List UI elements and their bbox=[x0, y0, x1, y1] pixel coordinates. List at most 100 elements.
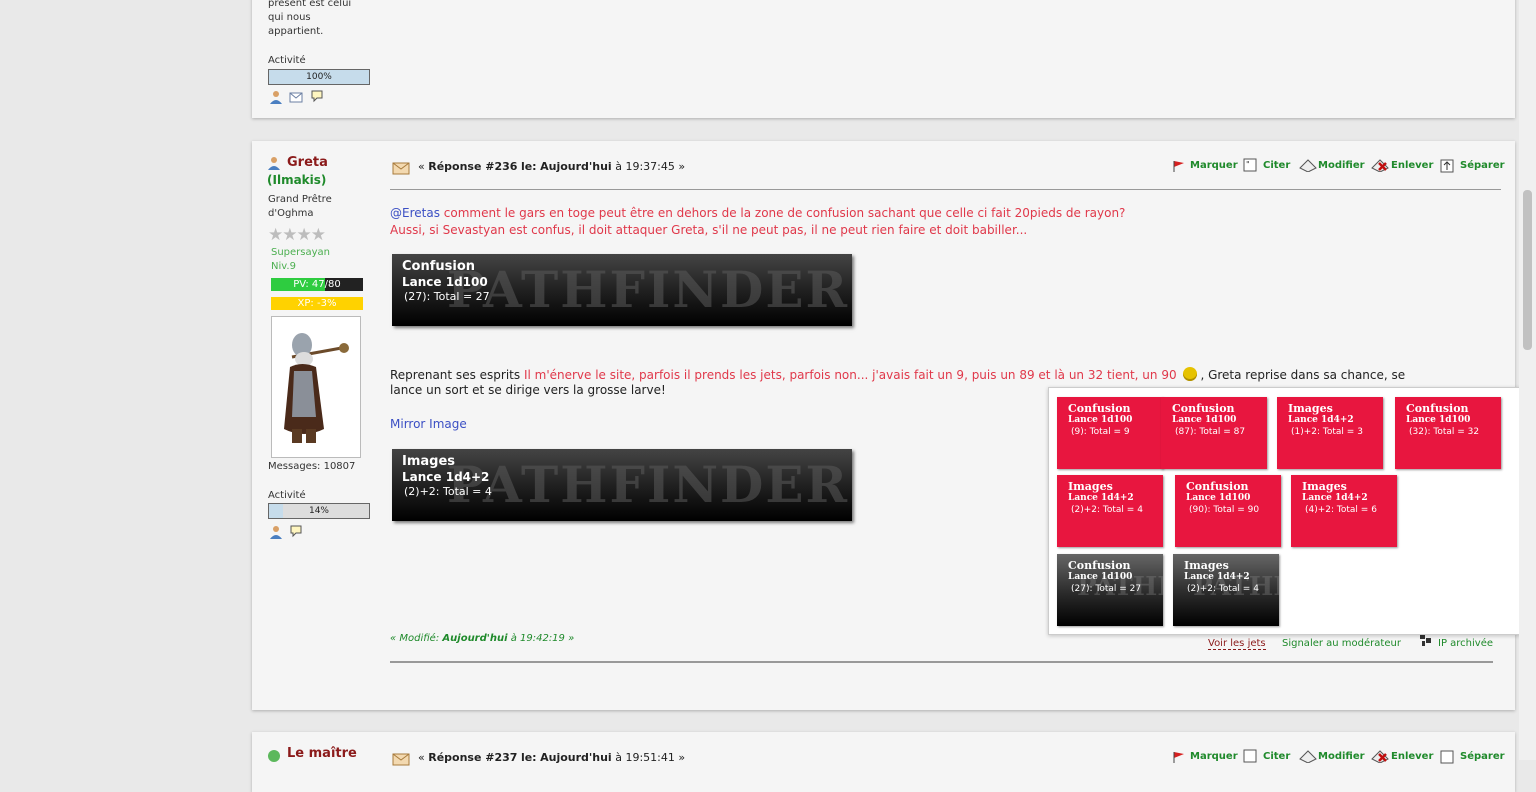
mirror-image-link[interactable]: Mirror Image bbox=[390, 417, 467, 431]
delete-icon[interactable] bbox=[1370, 158, 1390, 172]
avatar bbox=[271, 316, 361, 458]
popup-roll-tile: Images Lance 1d4+2 (1)+2: Total = 3 bbox=[1277, 397, 1383, 469]
modify-button[interactable]: Modifier bbox=[1318, 160, 1365, 171]
activity-percent: 100% bbox=[306, 72, 332, 82]
report-link[interactable]: Signaler au modérateur bbox=[1282, 638, 1401, 649]
tile-result: (32): Total = 32 bbox=[1409, 427, 1480, 437]
header-divider bbox=[390, 189, 1501, 190]
scrollbar-thumb[interactable] bbox=[1523, 190, 1532, 350]
tile-dice: Lance 1d4+2 bbox=[1302, 493, 1368, 503]
tile-title: Confusion bbox=[1186, 480, 1249, 493]
message-icon[interactable] bbox=[289, 524, 303, 538]
tile-result: (90): Total = 90 bbox=[1189, 505, 1260, 515]
next-post-card: Le maître « Réponse #237 le: Aujourd'hui… bbox=[252, 732, 1515, 792]
reply-link[interactable]: Réponse #236 bbox=[428, 160, 517, 173]
quote-icon[interactable]: " bbox=[1243, 158, 1257, 172]
quote-icon[interactable] bbox=[1243, 749, 1257, 763]
modified-note: « Modifié: Aujourd'hui à 19:42:19 » bbox=[390, 633, 574, 644]
remove-button[interactable]: Enlever bbox=[1391, 160, 1433, 171]
pv-bar-text: PV: 47/80 bbox=[271, 278, 363, 291]
roll-dice: Lance 1d100 bbox=[402, 275, 488, 289]
tile-result: (2)+2: Total = 4 bbox=[1071, 505, 1143, 515]
message-count: Messages: 10807 bbox=[268, 461, 356, 472]
modify-button[interactable]: Modifier bbox=[1318, 751, 1365, 762]
modified-time: à 19:42:19 » bbox=[510, 633, 575, 644]
edit-icon[interactable] bbox=[1298, 749, 1318, 763]
tile-dice: Lance 1d100 bbox=[1068, 572, 1133, 582]
rolls-popup: Confusion Lance 1d100 (9): Total = 9 Con… bbox=[1048, 387, 1522, 635]
quote-button[interactable]: Citer bbox=[1263, 751, 1290, 762]
author-rank: d'Oghma bbox=[268, 208, 314, 219]
scrollbar-track[interactable] bbox=[1519, 0, 1536, 760]
popup-roll-tile: PATHFINDER Confusion Lance 1d100 (27): T… bbox=[1057, 554, 1163, 626]
roll-dice: Lance 1d4+2 bbox=[402, 470, 490, 484]
activity-label: Activité bbox=[268, 490, 306, 501]
tile-dice: Lance 1d100 bbox=[1068, 415, 1133, 425]
tile-result: (4)+2: Total = 6 bbox=[1305, 505, 1377, 515]
tile-dice: Lance 1d4+2 bbox=[1068, 493, 1134, 503]
profile-icon[interactable] bbox=[269, 525, 283, 539]
pv-current: PV: 47 bbox=[293, 279, 325, 290]
tile-dice: Lance 1d100 bbox=[1172, 415, 1237, 425]
post-text-red: Il m'énerve le site, parfois il prends l… bbox=[523, 368, 1177, 382]
tile-title: Confusion bbox=[1068, 402, 1131, 415]
signature-line: présent est celui bbox=[268, 0, 352, 9]
post-envelope-icon bbox=[392, 753, 410, 766]
previous-post-card: présent est celui qui nous appartient. A… bbox=[252, 0, 1515, 118]
tile-result: (87): Total = 87 bbox=[1175, 427, 1246, 437]
split-button[interactable]: Séparer bbox=[1460, 160, 1505, 171]
view-rolls-link[interactable]: Voir les jets bbox=[1208, 638, 1266, 650]
tile-title: Images bbox=[1068, 480, 1113, 493]
header-le: le: bbox=[520, 160, 537, 173]
modified-prefix: « Modifié: bbox=[390, 633, 440, 644]
email-icon[interactable] bbox=[289, 90, 303, 104]
post-envelope-icon bbox=[392, 162, 410, 175]
star-icon: ★ bbox=[268, 225, 283, 245]
tile-dice: Lance 1d100 bbox=[1406, 415, 1471, 425]
roll-title: Confusion bbox=[402, 259, 476, 274]
author-name[interactable]: Greta bbox=[287, 155, 328, 170]
split-icon[interactable] bbox=[1440, 750, 1454, 764]
popup-roll-tile: Confusion Lance 1d100 (87): Total = 87 bbox=[1161, 397, 1267, 469]
mark-button[interactable]: Marquer bbox=[1190, 751, 1238, 762]
split-icon[interactable] bbox=[1440, 159, 1454, 173]
tile-title: Confusion bbox=[1172, 402, 1235, 415]
tile-result: (1)+2: Total = 3 bbox=[1291, 427, 1363, 437]
signature-line: qui nous bbox=[268, 12, 311, 23]
pv-max: /80 bbox=[324, 279, 341, 290]
flag-icon[interactable] bbox=[1172, 159, 1186, 173]
pathfinder-watermark: PATHFINDER bbox=[447, 260, 850, 319]
level: Niv.9 bbox=[271, 261, 296, 272]
pv-bar: PV: 47/80 bbox=[271, 278, 363, 291]
author-rank: Grand Prêtre bbox=[268, 194, 332, 205]
roll-result: (27): Total = 27 bbox=[404, 290, 490, 303]
activity-bar: 100% bbox=[268, 69, 370, 85]
popup-roll-tile: Confusion Lance 1d100 (32): Total = 32 bbox=[1395, 397, 1501, 469]
quote-button[interactable]: Citer bbox=[1263, 160, 1290, 171]
sunglasses-emoji-icon bbox=[1183, 367, 1198, 381]
mention-link[interactable]: @Eretas bbox=[390, 206, 440, 220]
post-paragraph: Reprenant ses esprits Il m'énerve le sit… bbox=[390, 367, 1405, 383]
post-text-red: comment le gars en toge peut être en deh… bbox=[439, 206, 1126, 220]
star-icon: ★ bbox=[296, 225, 312, 245]
message-icon[interactable] bbox=[310, 89, 324, 103]
edit-icon[interactable] bbox=[1298, 158, 1318, 172]
profile-icon[interactable] bbox=[269, 90, 283, 104]
activity-bar: 14% bbox=[268, 503, 370, 519]
custom-title: Supersayan bbox=[271, 247, 331, 258]
delete-icon[interactable] bbox=[1370, 749, 1390, 763]
author-name[interactable]: Le maître bbox=[287, 746, 357, 761]
header-date: Aujourd'hui bbox=[540, 751, 612, 764]
dice-roll-images: PATHFINDER Images Lance 1d4+2 (2)+2: Tot… bbox=[392, 449, 852, 521]
split-button[interactable]: Séparer bbox=[1460, 751, 1505, 762]
popup-roll-tile: Images Lance 1d4+2 (4)+2: Total = 6 bbox=[1291, 475, 1397, 547]
tile-result: (2)+2: Total = 4 bbox=[1187, 584, 1259, 594]
flag-icon[interactable] bbox=[1172, 750, 1186, 764]
reply-link[interactable]: Réponse #237 bbox=[428, 751, 517, 764]
pathfinder-watermark: PATHFINDER bbox=[447, 455, 850, 514]
tile-dice: Lance 1d4+2 bbox=[1184, 572, 1250, 582]
mark-button[interactable]: Marquer bbox=[1190, 160, 1238, 171]
roll-title: Images bbox=[402, 454, 456, 469]
post-text: , Greta reprise dans sa chance, se bbox=[1200, 368, 1406, 382]
remove-button[interactable]: Enlever bbox=[1391, 751, 1433, 762]
